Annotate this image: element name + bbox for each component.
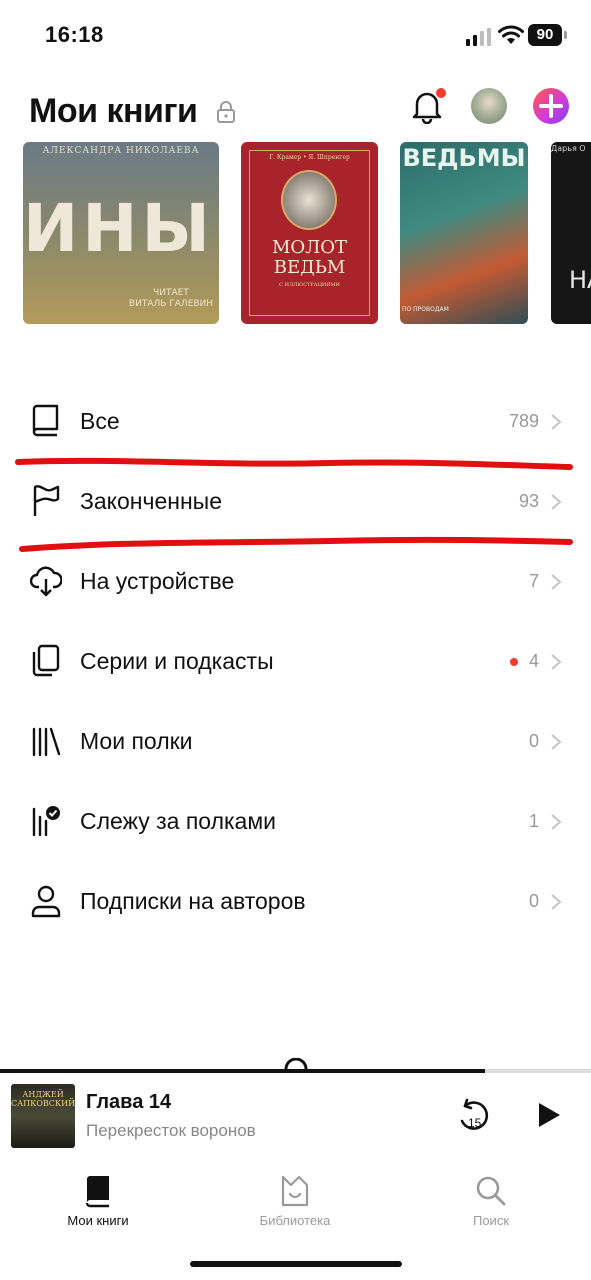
cover-illustration <box>281 170 337 230</box>
shelves-icon <box>32 727 61 757</box>
tab-label: Библиотека <box>259 1213 331 1228</box>
cover-title: НА <box>569 266 591 294</box>
wifi-icon <box>498 25 524 44</box>
player-subtitle: Перекресток воронов <box>86 1121 256 1140</box>
menu-item-count: 93 <box>518 491 539 511</box>
cellular-signal-icon <box>466 28 491 46</box>
status-bar: 16:18 90 <box>0 0 591 70</box>
avatar[interactable] <box>471 88 507 124</box>
flag-icon <box>33 485 60 516</box>
book-cover[interactable]: ВЕДЬМЫ ПО ПРОВОДАМ <box>400 142 528 324</box>
book-cover[interactable]: АЛЕКСАНДРА НИКОЛАЕВА ИНЫЕ ЧИТАЕТ ВИТАЛЬ … <box>23 142 219 324</box>
book-cover[interactable]: Дарья О НА <box>551 142 591 324</box>
menu-item-label: Мои полки <box>80 728 193 754</box>
notification-dot <box>436 88 446 98</box>
rewind-15-button[interactable]: 15 <box>455 1097 493 1135</box>
menu-item-followed-shelves[interactable]: Слежу за полками 1 <box>0 781 591 861</box>
chevron-right-icon <box>551 814 562 830</box>
battery-icon: 90 <box>528 24 568 46</box>
menu-item-label: На устройстве <box>80 568 235 594</box>
tab-search[interactable]: Поиск <box>421 1165 561 1235</box>
battery-level: 90 <box>528 24 562 46</box>
library-icon <box>281 1175 309 1207</box>
menu-item-finished[interactable]: Законченные 93 <box>0 461 591 541</box>
book-icon <box>32 404 59 437</box>
chevron-right-icon <box>551 414 562 430</box>
menu-item-on-device[interactable]: На устройстве 7 <box>0 541 591 621</box>
chevron-right-icon <box>551 494 562 510</box>
status-time: 16:18 <box>45 22 104 47</box>
plus-badge-icon[interactable] <box>533 88 569 124</box>
chevron-right-icon <box>551 734 562 750</box>
player-cover[interactable]: АНДЖЕЙ САПКОВСКИЙ <box>11 1084 75 1148</box>
menu-item-label: Все <box>80 408 120 434</box>
home-indicator <box>190 1261 402 1267</box>
page-title: Мои книги <box>29 92 198 130</box>
player-title: Глава 14 <box>86 1091 172 1113</box>
chevron-right-icon <box>551 654 562 670</box>
copy-series-icon <box>32 644 60 677</box>
lock-icon <box>217 101 235 123</box>
menu-item-label: Серии и подкасты <box>80 648 274 674</box>
cover-title: ВЕДЬМЫ <box>402 144 526 172</box>
cover-author: АЛЕКСАНДРА НИКОЛАЕВА <box>42 146 200 156</box>
menu-item-series[interactable]: Серии и подкасты 4 <box>0 621 591 701</box>
person-icon <box>31 885 61 918</box>
cover-subtitle: С ИЛЛЮСТРАЦИЯМИ <box>279 282 340 288</box>
book-cover[interactable]: Г. Крамер • Я. Шпренгер МОЛОТ ВЕДЬМ С ИЛ… <box>241 142 378 324</box>
play-button[interactable] <box>533 1099 563 1131</box>
cover-title: ИНЫЕ <box>23 190 219 267</box>
cover-footer: ПО ПРОВОДАМ <box>402 306 449 313</box>
new-content-dot <box>510 658 518 666</box>
player-cover-text: АНДЖЕЙ САПКОВСКИЙ <box>11 1090 75 1108</box>
search-icon <box>476 1176 506 1206</box>
menu-item-count: 4 <box>528 651 539 671</box>
cover-author: Дарья О <box>551 144 586 153</box>
tab-library[interactable]: Библиотека <box>225 1165 365 1235</box>
tab-my-books[interactable]: Мои книги <box>28 1165 168 1235</box>
cover-title: МОЛОТ ВЕДЬМ <box>272 237 347 278</box>
menu-item-all[interactable]: Все 789 <box>0 381 591 461</box>
menu-item-label: Подписки на авторов <box>80 888 306 914</box>
rewind-seconds-label: 15 <box>468 1116 482 1130</box>
shelves-check-icon <box>32 806 60 837</box>
player-expand-handle-icon[interactable] <box>284 1058 308 1070</box>
cover-author: Г. Крамер • Я. Шпренгер <box>269 154 350 161</box>
menu-item-count: 789 <box>508 411 539 431</box>
mini-player[interactable]: АНДЖЕЙ САПКОВСКИЙ Глава 14 Перекресток в… <box>0 1073 591 1163</box>
book-icon <box>85 1176 109 1208</box>
menu-item-label: Слежу за полками <box>80 808 277 834</box>
menu-item-count: 0 <box>528 731 539 751</box>
cloud-download-icon <box>30 566 62 597</box>
recent-books-carousel[interactable]: АЛЕКСАНДРА НИКОЛАЕВА ИНЫЕ ЧИТАЕТ ВИТАЛЬ … <box>0 142 591 326</box>
menu-item-count: 7 <box>528 571 539 591</box>
chevron-right-icon <box>551 894 562 910</box>
menu-item-count: 1 <box>528 811 539 831</box>
menu-item-my-shelves[interactable]: Мои полки 0 <box>0 701 591 781</box>
tab-label: Поиск <box>472 1213 510 1228</box>
menu-item-author-subscriptions[interactable]: Подписки на авторов 0 <box>0 861 591 941</box>
cover-reader: ЧИТАЕТ ВИТАЛЬ ГАЛЕВИН <box>128 288 214 309</box>
menu-item-label: Законченные <box>80 488 222 514</box>
chevron-right-icon <box>551 574 562 590</box>
menu-item-count: 0 <box>528 891 539 911</box>
tab-label: Мои книги <box>67 1213 129 1228</box>
